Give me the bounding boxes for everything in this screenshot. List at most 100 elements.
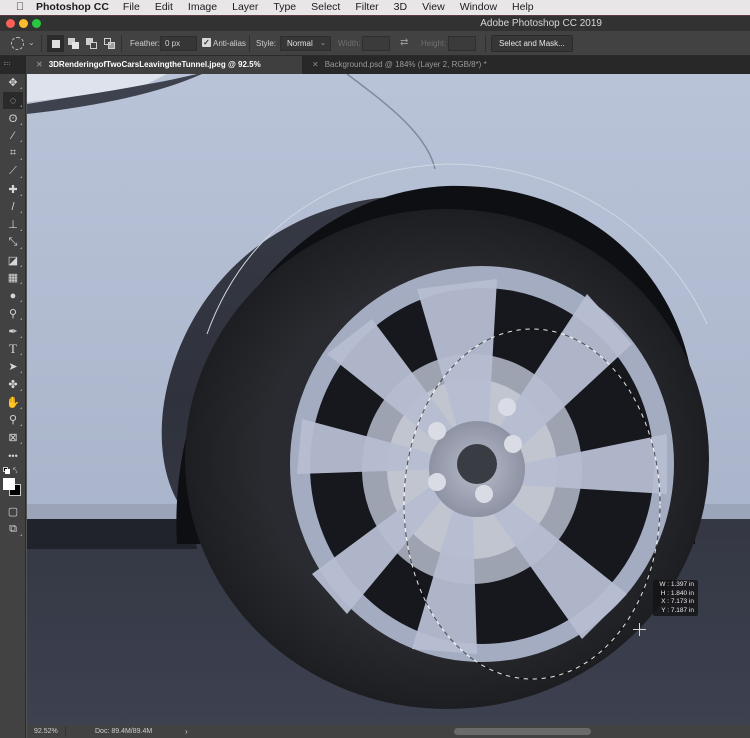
- blur-tool[interactable]: ●: [3, 287, 23, 304]
- menu-type[interactable]: Type: [273, 0, 296, 15]
- frame-tool[interactable]: ⊠: [3, 429, 23, 446]
- minimize-window-button[interactable]: [19, 19, 28, 28]
- eyedropper-icon: ⟋: [9, 165, 17, 177]
- close-tab-icon[interactable]: ✕: [36, 60, 43, 69]
- move-tool[interactable]: ✥: [3, 74, 23, 91]
- maximize-window-button[interactable]: [32, 19, 41, 28]
- crop-tool[interactable]: ⌗: [3, 145, 23, 162]
- horizontal-scrollbar-thumb[interactable]: [454, 728, 591, 735]
- elliptical-marquee-tool[interactable]: ◌: [3, 92, 23, 109]
- crop-icon: ⌗: [9, 147, 17, 159]
- crosshair-cursor-icon: [633, 623, 646, 636]
- tab-background-psd[interactable]: ✕ Background.psd @ 184% (Layer 2, RGB/8*)…: [302, 56, 495, 74]
- menu-3d[interactable]: 3D: [394, 0, 407, 15]
- tool-preset-chevron-down-icon[interactable]: ⌄: [28, 38, 35, 47]
- arrow-cursor-icon: ➤: [8, 361, 18, 373]
- new-selection-button[interactable]: [47, 35, 64, 52]
- doc-size-info: Doc: 89.4M/89.4M: [95, 728, 153, 735]
- quick-mask-icon: ▢: [7, 506, 19, 518]
- screen-mode-icon: ⧉: [9, 523, 17, 535]
- swap-arrows-icon[interactable]: ⇄: [400, 37, 408, 48]
- height-input[interactable]: [448, 36, 476, 51]
- subtract-from-selection-button[interactable]: [83, 35, 100, 52]
- width-label: Width:: [338, 39, 361, 48]
- dodge-tool[interactable]: ⚲: [3, 305, 23, 322]
- zoom-tool[interactable]: ⚲: [3, 411, 23, 428]
- menu-help[interactable]: Help: [512, 0, 534, 15]
- lasso-icon: ʘ: [8, 112, 18, 125]
- edit-toolbar-button[interactable]: •••: [3, 447, 23, 464]
- foreground-color-swatch[interactable]: [3, 478, 15, 490]
- elliptical-marquee-icon[interactable]: [11, 37, 24, 50]
- close-tab-icon[interactable]: ✕: [312, 60, 319, 69]
- magic-wand-tool[interactable]: ⁄: [3, 127, 23, 144]
- pen-tool[interactable]: ✒: [3, 323, 23, 340]
- menu-layer[interactable]: Layer: [232, 0, 258, 15]
- new-selection-icon: [51, 39, 60, 48]
- type-tool[interactable]: T: [3, 340, 23, 357]
- macos-menu-bar:  Photoshop CC File Edit Image Layer Typ…: [0, 0, 750, 15]
- panel-grip-icon[interactable]: [4, 62, 10, 65]
- style-select[interactable]: Normal ⌄: [280, 36, 331, 51]
- brush-icon: /: [11, 200, 15, 213]
- eyedropper-tool[interactable]: ⟋: [3, 163, 23, 180]
- eraser-tool[interactable]: ◪: [3, 252, 23, 269]
- width-input[interactable]: [362, 36, 390, 51]
- menu-select[interactable]: Select: [311, 0, 340, 15]
- hand-tool[interactable]: ✋: [3, 394, 23, 411]
- tab-3d-rendering-jpeg[interactable]: ✕ 3DRenderingofTwoCarsLeavingtheTunnel.jp…: [26, 56, 302, 87]
- menu-filter[interactable]: Filter: [355, 0, 378, 15]
- lug-nut: [475, 485, 493, 503]
- zoom-level-field[interactable]: 92.52%: [34, 728, 58, 735]
- swap-colors-icon[interactable]: ⤣: [13, 466, 18, 476]
- close-window-button[interactable]: [6, 19, 15, 28]
- custom-shape-tool[interactable]: ✤: [3, 376, 23, 393]
- lug-nut: [498, 398, 516, 416]
- elliptical-marquee-icon: ◌: [9, 94, 17, 107]
- menu-image[interactable]: Image: [188, 0, 217, 15]
- eraser-icon: ◪: [7, 255, 19, 267]
- history-brush-tool[interactable]: ⤡: [3, 234, 23, 251]
- status-menu-chevron-icon[interactable]: ›: [185, 727, 188, 736]
- intersect-with-selection-icon: [104, 38, 115, 49]
- divider: [485, 35, 486, 52]
- height-label: Height:: [421, 39, 447, 48]
- lug-nut: [428, 473, 446, 491]
- gradient-icon: ▦: [7, 272, 19, 284]
- gradient-tool[interactable]: ▦: [3, 269, 23, 286]
- menu-window[interactable]: Window: [460, 0, 497, 15]
- center-cap: [457, 444, 497, 484]
- tab-label: Background.psd @ 184% (Layer 2, RGB/8*) …: [324, 60, 487, 69]
- lug-nut: [504, 435, 522, 453]
- tools-panel: ✥ ◌ ʘ ⁄ ⌗ ⟋ ✚ / ⊥ ⤡ ◪ ▦ ● ⚲ ✒ T ➤ ✤ ✋ ⚲ …: [0, 74, 26, 738]
- hand-icon: ✋: [6, 397, 20, 409]
- stamp-icon: ⊥: [8, 219, 18, 231]
- frame-icon: ⊠: [8, 432, 18, 444]
- menu-file[interactable]: File: [123, 0, 140, 15]
- lasso-tool[interactable]: ʘ: [3, 110, 23, 127]
- lower-bumper: [27, 514, 197, 549]
- document-tab-bar: ✕ 3DRenderingofTwoCarsLeavingtheTunnel.jp…: [0, 56, 750, 87]
- intersect-with-selection-button[interactable]: [101, 35, 118, 52]
- quick-mask-mode-button[interactable]: ▢: [3, 503, 23, 520]
- clone-stamp-tool[interactable]: ⊥: [3, 216, 23, 233]
- window-title-bar: Adobe Photoshop CC 2019: [0, 15, 750, 31]
- document-canvas[interactable]: W : 1.397 in H : 1.840 in X : 7.173 in Y…: [27, 74, 750, 725]
- feather-input[interactable]: 0 px: [160, 36, 197, 51]
- add-to-selection-icon: [68, 38, 79, 49]
- healing-brush-tool[interactable]: ✚: [3, 181, 23, 198]
- menu-view[interactable]: View: [422, 0, 445, 15]
- brush-tool[interactable]: /: [3, 198, 23, 215]
- apple-icon[interactable]: : [13, 0, 27, 15]
- menu-edit[interactable]: Edit: [155, 0, 173, 15]
- add-to-selection-button[interactable]: [65, 35, 82, 52]
- anti-alias-checkbox[interactable]: ✓: [202, 38, 211, 47]
- path-selection-tool[interactable]: ➤: [3, 358, 23, 375]
- type-icon: T: [9, 340, 17, 356]
- style-select-value: Normal: [287, 39, 313, 48]
- default-colors-icon[interactable]: [3, 467, 10, 474]
- menu-photoshop-cc[interactable]: Photoshop CC: [36, 0, 109, 15]
- anti-alias-label: Anti-alias: [213, 39, 246, 48]
- select-and-mask-button[interactable]: Select and Mask...: [491, 35, 573, 52]
- screen-mode-button[interactable]: ⧉: [3, 521, 23, 538]
